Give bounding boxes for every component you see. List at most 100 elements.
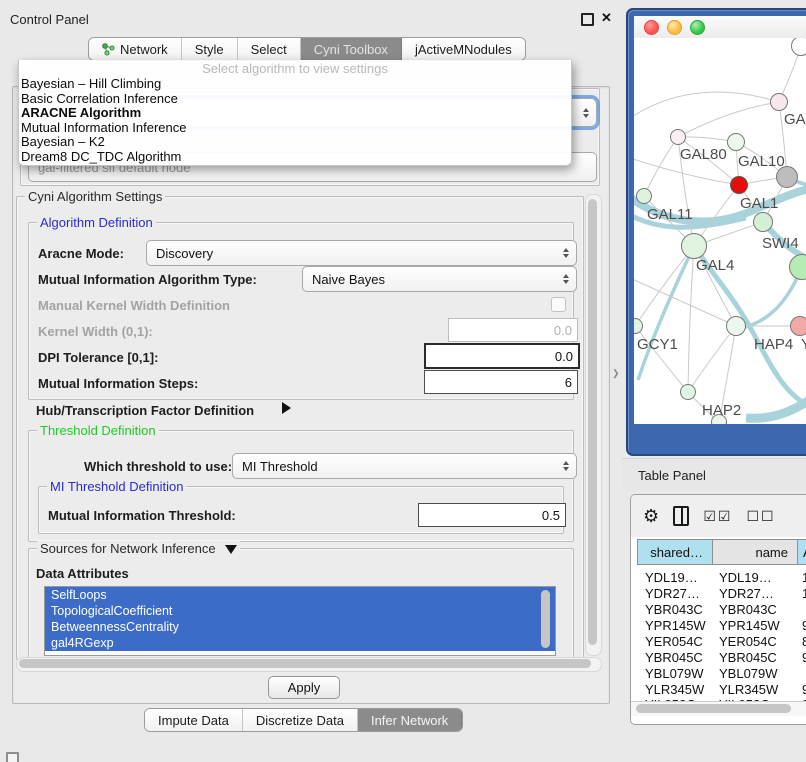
network-node-selected[interactable]: [730, 176, 748, 194]
dropdown-item[interactable]: Bayesian – Hill Climbing: [19, 77, 571, 92]
table-toolbar: ⚙ ☑☑ ☐☐: [631, 495, 806, 537]
manual-kernel-checkbox[interactable]: [551, 297, 566, 312]
table-cell[interactable]: YBR043C: [719, 602, 777, 617]
table-cell[interactable]: YLR345W: [645, 682, 704, 697]
network-node[interactable]: [791, 38, 806, 56]
minimize-window-icon[interactable]: [667, 20, 682, 35]
dpi-tolerance-field[interactable]: 0.0: [424, 343, 580, 369]
select-all-icon[interactable]: ☑☑: [703, 508, 732, 525]
which-threshold-value: MI Threshold: [242, 459, 318, 474]
settings-hscroll-thumb[interactable]: [19, 659, 591, 668]
table-cell[interactable]: 12: [802, 586, 806, 601]
kernel-width-field[interactable]: 0.0: [448, 318, 578, 342]
table-cell[interactable]: 13: [802, 570, 806, 585]
tab-style[interactable]: Style: [182, 38, 238, 60]
table-panel-titlebar: Table Panel: [622, 458, 806, 491]
node-label: GAL4: [696, 257, 734, 274]
mi-threshold-field[interactable]: 0.5: [418, 503, 566, 527]
table-cell[interactable]: YBL079W: [719, 666, 778, 681]
tab-infer-network[interactable]: Infer Network: [358, 709, 462, 731]
network-node-gal10[interactable]: [727, 133, 745, 151]
network-node-hap2[interactable]: [680, 384, 696, 400]
network-node-gal11[interactable]: [636, 188, 652, 204]
algorithm-definition-title: Algorithm Definition: [37, 215, 156, 230]
mi-steps-field[interactable]: 6: [424, 370, 578, 394]
attributes-list-scrollbar[interactable]: [541, 590, 550, 648]
table-cell[interactable]: YER054C: [719, 634, 777, 649]
table-cell[interactable]: YER054C: [645, 634, 703, 649]
table-cell[interactable]: 9.: [802, 682, 806, 697]
table-cell[interactable]: YDR27…: [645, 586, 700, 601]
panel-splitter-handle[interactable]: ❯: [612, 368, 620, 379]
close-window-icon[interactable]: [644, 20, 659, 35]
network-node[interactable]: [790, 316, 806, 336]
tab-impute-data[interactable]: Impute Data: [145, 709, 243, 731]
table-cell[interactable]: YLR345W: [719, 682, 778, 697]
table-cell[interactable]: YDL19…: [719, 570, 772, 585]
network-node-hap4[interactable]: [726, 316, 746, 336]
table-settings-gear-icon[interactable]: ⚙: [643, 507, 659, 525]
attribute-item-selected[interactable]: gal4RGexp: [45, 635, 555, 651]
dropdown-item[interactable]: Basic Correlation Inference: [19, 92, 571, 107]
mi-type-label: Mutual Information Algorithm Type:: [38, 272, 257, 287]
dropdown-item[interactable]: Bayesian – K2: [19, 135, 571, 150]
table-hscroll-thumb[interactable]: [636, 704, 791, 713]
column-header-shared-name[interactable]: shared…: [637, 539, 713, 565]
float-window-icon[interactable]: [581, 13, 594, 26]
node-label: GCY1: [637, 336, 678, 353]
aracne-mode-combo[interactable]: Discovery: [146, 240, 577, 266]
column-header-partial[interactable]: A: [798, 539, 806, 565]
table-cell[interactable]: 8.: [802, 634, 806, 649]
table-panel-title: Table Panel: [638, 468, 706, 483]
network-node[interactable]: [770, 93, 788, 111]
network-node-gal80[interactable]: [670, 129, 686, 145]
table-cell[interactable]: YDL19…: [645, 570, 698, 585]
dropdown-item-highlighted[interactable]: ARACNE Algorithm: [19, 106, 571, 121]
tab-cyni-toolbox[interactable]: Cyni Toolbox: [301, 38, 402, 60]
column-header-name[interactable]: name: [713, 539, 798, 565]
node-label: GAL10: [738, 153, 785, 170]
dock-mini-icon[interactable]: [6, 752, 19, 762]
attribute-item-selected[interactable]: SelfLoops: [45, 587, 555, 603]
tab-jactivemnodules[interactable]: jActiveMNodules: [402, 38, 525, 60]
combo-arrows-icon: [583, 108, 589, 118]
apply-button[interactable]: Apply: [268, 676, 340, 699]
node-label: GAL: [784, 111, 806, 128]
sources-collapse-icon[interactable]: [225, 545, 237, 554]
close-panel-icon[interactable]: ✕: [601, 12, 612, 24]
control-panel-title: Control Panel: [10, 12, 89, 27]
table-cell[interactable]: YBR045C: [645, 650, 703, 665]
table-cell[interactable]: YBL079W: [645, 666, 704, 681]
split-columns-icon[interactable]: [673, 506, 689, 526]
table-cell[interactable]: YPR145W: [719, 618, 780, 633]
mi-threshold-group-title: MI Threshold Definition: [47, 479, 186, 494]
table-cell[interactable]: 9.: [802, 650, 806, 665]
maximize-window-icon[interactable]: [690, 20, 705, 35]
network-canvas[interactable]: GAL GAL80 GAL10 GAL1 GAL11 SWI4 GAL4 GCY…: [634, 38, 806, 424]
mi-type-combo[interactable]: Naive Bayes: [302, 266, 577, 292]
attribute-item-selected[interactable]: TopologicalCoefficient: [45, 603, 555, 619]
manual-kernel-label: Manual Kernel Width Definition: [38, 298, 230, 313]
table-cell[interactable]: YDR27…: [719, 586, 774, 601]
hub-expander-icon[interactable]: [282, 402, 291, 414]
attribute-item-selected[interactable]: BetweennessCentrality: [45, 619, 555, 635]
cyni-mode-tabbar: Impute Data Discretize Data Infer Networ…: [144, 708, 463, 732]
tab-network[interactable]: Network: [89, 38, 182, 60]
network-node-gal1[interactable]: [753, 212, 773, 232]
data-attributes-list[interactable]: SelfLoops TopologicalCoefficient Between…: [44, 586, 556, 656]
deselect-all-icon[interactable]: ☐☐: [746, 508, 775, 525]
which-threshold-combo[interactable]: MI Threshold: [232, 453, 577, 479]
dropdown-item[interactable]: Mutual Information Inference: [19, 121, 571, 136]
dropdown-item[interactable]: Dream8 DC_TDC Algorithm: [19, 150, 571, 165]
table-cell[interactable]: YBR043C: [645, 602, 703, 617]
table-cell[interactable]: YPR145W: [645, 618, 706, 633]
table-cell[interactable]: 9.: [802, 618, 806, 633]
control-panel: Control Panel ✕ Network Style Select Cyn…: [0, 0, 622, 740]
table-cell[interactable]: YBR045C: [719, 650, 777, 665]
settings-vscroll-thumb[interactable]: [588, 199, 597, 645]
network-window-titlebar[interactable]: [634, 16, 806, 39]
network-node-gal4[interactable]: [681, 233, 707, 259]
network-icon: [102, 43, 115, 56]
tab-discretize-data[interactable]: Discretize Data: [243, 709, 358, 731]
tab-select[interactable]: Select: [238, 38, 301, 60]
